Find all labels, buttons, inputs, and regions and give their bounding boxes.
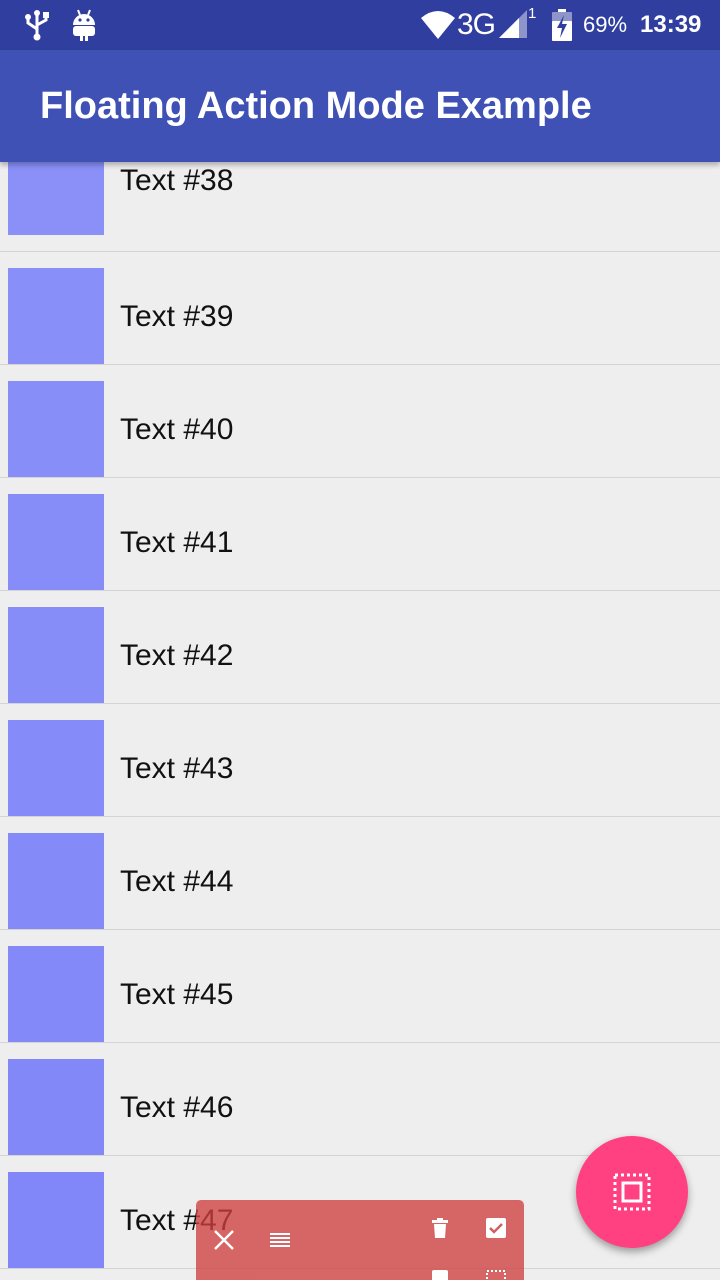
item-label: Text #42 — [120, 639, 234, 672]
item-label: Text #40 — [120, 413, 234, 446]
wifi-icon — [420, 0, 456, 50]
list-item[interactable]: Text #45 — [0, 930, 720, 1043]
status-bar: 3G 1 69% 13:39 — [0, 0, 720, 50]
floating-action-mode-toolbar — [196, 1200, 524, 1280]
item-label: Text #41 — [120, 526, 234, 559]
list-item[interactable]: Text #42 — [0, 591, 720, 704]
check-box-icon — [486, 1218, 506, 1238]
battery-charging-icon — [552, 0, 572, 50]
item-thumbnail — [8, 946, 104, 1042]
clock: 13:39 — [640, 11, 702, 38]
page-title: Floating Action Mode Example — [40, 85, 592, 127]
select-all-action-button[interactable] — [476, 1260, 516, 1280]
battery-percent: 69% — [583, 12, 628, 37]
item-thumbnail — [8, 268, 104, 364]
sim-slot-indicator: 1 — [528, 4, 537, 22]
item-label: Text #38 — [120, 164, 234, 197]
delete-button[interactable] — [420, 1208, 460, 1248]
app-bar: Floating Action Mode Example — [0, 50, 720, 162]
item-thumbnail — [8, 607, 104, 703]
item-thumbnail — [8, 381, 104, 477]
item-list[interactable]: Text #38 Text #39 Text #40 Text #41 Text… — [0, 162, 720, 1280]
list-item[interactable]: Text #43 — [0, 704, 720, 817]
item-label: Text #45 — [120, 978, 234, 1011]
select-all-icon — [613, 1173, 651, 1211]
close-icon — [214, 1230, 234, 1250]
reorder-icon — [270, 1233, 290, 1247]
list-item[interactable]: Text #38 — [0, 162, 720, 252]
item-label: Text #43 — [120, 752, 234, 785]
check-box-icon — [432, 1270, 448, 1280]
item-thumbnail — [8, 720, 104, 816]
usb-icon — [24, 0, 50, 50]
item-label: Text #44 — [120, 865, 234, 898]
overflow-action-button[interactable] — [420, 1260, 460, 1280]
item-label: Text #39 — [120, 300, 234, 333]
item-thumbnail — [8, 494, 104, 590]
delete-icon — [432, 1218, 448, 1238]
select-all-fab[interactable] — [576, 1136, 688, 1248]
reorder-button[interactable] — [260, 1220, 300, 1260]
list-item[interactable]: Text #41 — [0, 478, 720, 591]
close-action-mode-button[interactable] — [204, 1220, 244, 1260]
item-thumbnail — [8, 1172, 104, 1268]
list-item[interactable]: Text #40 — [0, 365, 720, 478]
network-type: 3G — [457, 8, 496, 41]
item-label: Text #46 — [120, 1091, 234, 1124]
item-thumbnail — [8, 833, 104, 929]
android-debug-icon — [70, 0, 98, 50]
select-all-icon — [486, 1270, 506, 1280]
item-thumbnail — [8, 162, 104, 235]
item-thumbnail — [8, 1059, 104, 1155]
list-item[interactable]: Text #44 — [0, 817, 720, 930]
list-item[interactable]: Text #39 — [0, 252, 720, 365]
cell-signal-icon — [497, 0, 531, 50]
check-button[interactable] — [476, 1208, 516, 1248]
